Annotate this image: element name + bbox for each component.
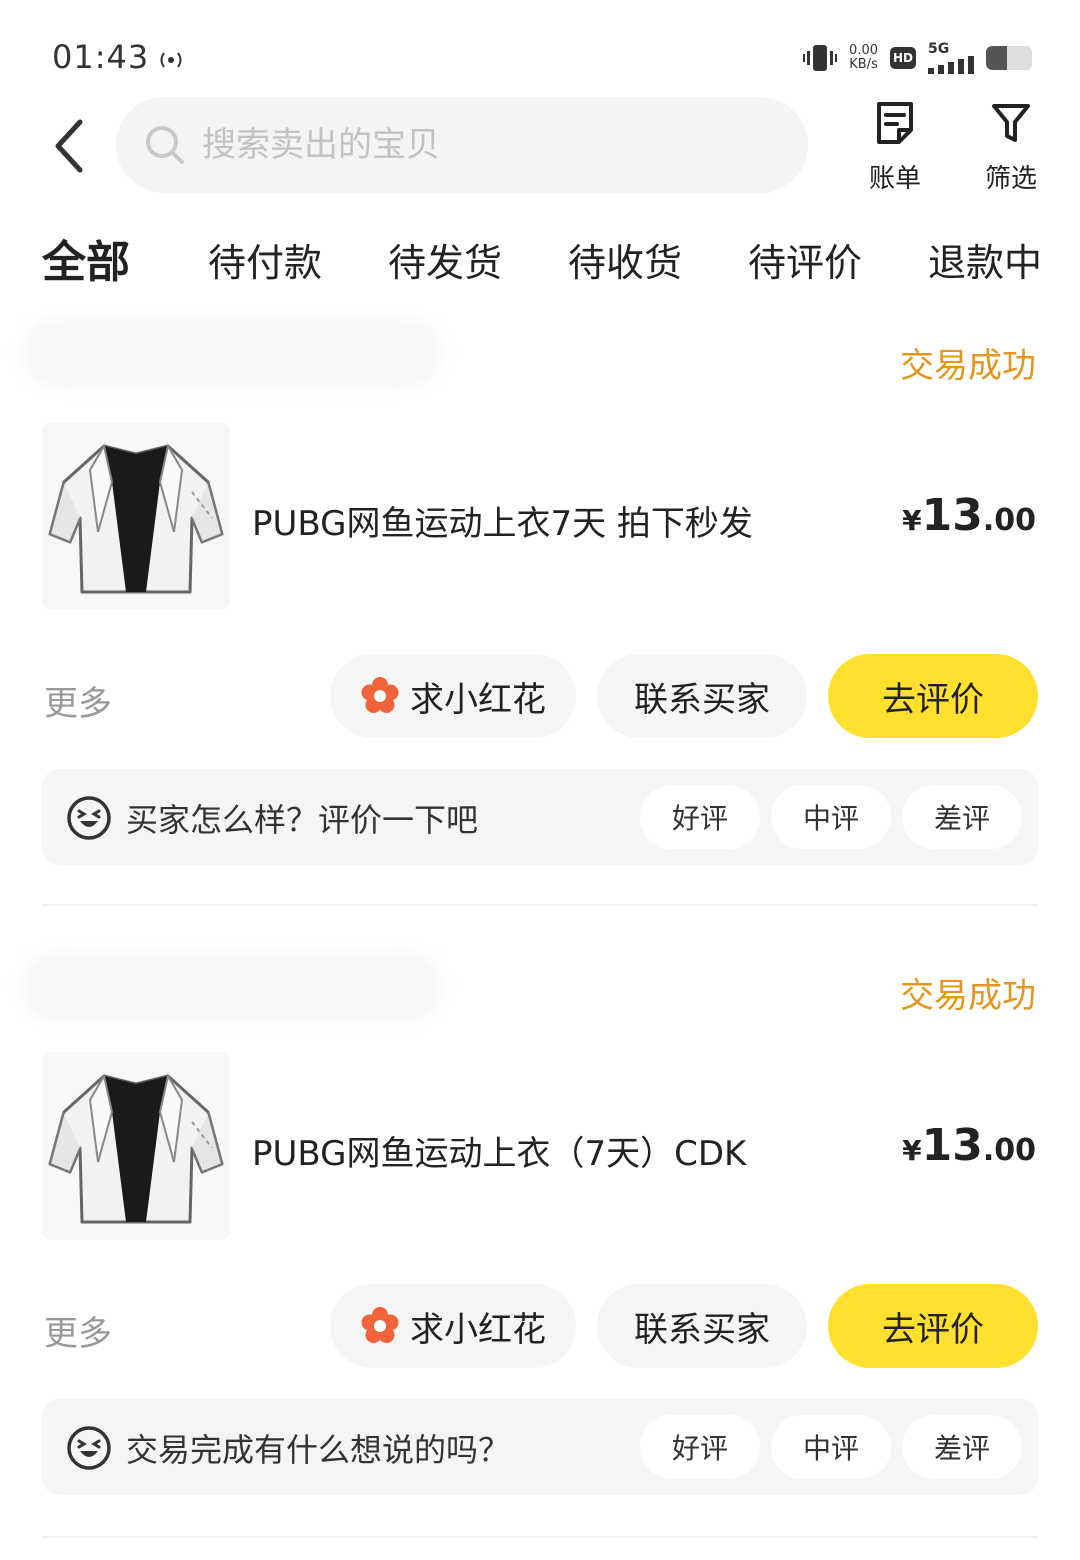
order-card: 交易成功 PUBG网鱼运动上衣（7天）CDK ¥13.00 更多 求小红花 联系… [0, 930, 1080, 1542]
tab-all-label: 全部 [42, 237, 130, 288]
product-title[interactable]: PUBG网鱼运动上衣（7天）CDK [252, 1126, 746, 1175]
tab-all[interactable]: 全部 [40, 226, 132, 292]
review-prompt: 买家怎么样？评价一下吧 [126, 801, 479, 839]
search-input[interactable] [202, 125, 762, 165]
request-flower-button[interactable]: 求小红花 [330, 1284, 576, 1368]
product-title[interactable]: PUBG网鱼运动上衣7天 拍下秒发 [252, 496, 753, 545]
quick-review-bar: 买家怎么样？评价一下吧 好评 中评 差评 [42, 769, 1038, 865]
tab-pending-receipt[interactable]: 待收货 [568, 232, 682, 296]
bill-icon [877, 102, 913, 144]
hd-badge: HD [890, 47, 916, 69]
tab-pending-shipment[interactable]: 待发货 [388, 232, 502, 296]
tab-pending-review[interactable]: 待评价 [748, 232, 862, 296]
price-decimal: .00 [982, 503, 1036, 538]
tab-pending-payment-label: 待付款 [208, 241, 323, 285]
bill-label: 账单 [868, 164, 921, 194]
bad-review-chip[interactable]: 差评 [902, 1415, 1022, 1479]
request-flower-button[interactable]: 求小红花 [330, 654, 576, 738]
order-status: 交易成功 [900, 976, 1036, 1016]
laughing-face-icon [67, 1426, 111, 1470]
signal-bars-icon [928, 56, 974, 74]
status-bar: 01:43 0.00 KB/s HD 5G [0, 0, 1080, 100]
bad-review-chip[interactable]: 差评 [902, 785, 1022, 849]
order-card: 交易成功 PUBG网鱼运动上衣7天 拍下秒发 ¥13.00 更多 求小红花 联系… [0, 300, 1080, 910]
contact-buyer-button[interactable]: 联系买家 [597, 654, 807, 738]
tab-pending-payment[interactable]: 待付款 [208, 232, 322, 296]
tab-refunding[interactable]: 退款中 [928, 232, 1042, 296]
filter-button[interactable]: 筛选 [966, 100, 1056, 196]
neutral-review-chip[interactable]: 中评 [771, 1415, 891, 1479]
jacket-image [48, 443, 224, 594]
review-prompt: 交易完成有什么想说的吗？ [126, 1431, 511, 1469]
battery-icon [986, 46, 1032, 70]
tab-pending-shipment-label: 待发货 [388, 241, 503, 285]
price-integer: 13 [921, 490, 983, 541]
status-indicators: 0.00 KB/s HD 5G [803, 38, 1032, 78]
price-symbol: ¥ [902, 1134, 922, 1167]
tab-refunding-label: 退款中 [928, 241, 1043, 285]
go-review-button[interactable]: 去评价 [828, 1284, 1038, 1368]
vibrate-icon [803, 45, 838, 71]
product-price: ¥13.00 [902, 1120, 1036, 1171]
filter-icon [992, 104, 1030, 142]
network-type: 5G [928, 41, 950, 57]
search-icon [146, 126, 184, 164]
bill-button[interactable]: 账单 [850, 100, 940, 196]
good-review-chip[interactable]: 好评 [640, 785, 760, 849]
request-flower-label: 求小红花 [410, 679, 546, 720]
good-review-chip[interactable]: 好评 [640, 1415, 760, 1479]
network-speed-unit: KB/s [849, 57, 878, 72]
flower-icon [361, 1307, 399, 1343]
filter-label: 筛选 [984, 164, 1037, 194]
seller-info-blurred [22, 952, 442, 1022]
cellular-signal: 5G [928, 42, 974, 74]
search-bar[interactable] [116, 97, 808, 193]
tab-pending-receipt-label: 待收货 [568, 241, 683, 285]
back-button[interactable] [40, 114, 96, 178]
go-review-button[interactable]: 去评价 [828, 654, 1038, 738]
more-button[interactable]: 更多 [44, 676, 112, 725]
chevron-left-icon [55, 119, 83, 173]
laughing-face-icon [67, 796, 111, 840]
order-divider [42, 904, 1038, 906]
status-time: 01:43 [52, 38, 150, 76]
network-speed-value: 0.00 [849, 43, 878, 58]
quick-review-bar: 交易完成有什么想说的吗？ 好评 中评 差评 [42, 1399, 1038, 1495]
network-speed: 0.00 KB/s [849, 44, 878, 72]
more-button[interactable]: 更多 [44, 1306, 112, 1355]
price-integer: 13 [921, 1120, 983, 1171]
price-decimal: .00 [982, 1133, 1036, 1168]
order-status: 交易成功 [900, 346, 1036, 386]
order-divider [42, 1536, 1038, 1538]
jacket-image [48, 1073, 224, 1224]
contact-buyer-button[interactable]: 联系买家 [597, 1284, 807, 1368]
tab-pending-review-label: 待评价 [748, 241, 863, 285]
product-price: ¥13.00 [902, 490, 1036, 541]
seller-info-blurred [22, 318, 442, 388]
product-thumbnail[interactable] [42, 1052, 230, 1240]
neutral-review-chip[interactable]: 中评 [771, 785, 891, 849]
broadcast-icon [160, 52, 182, 68]
order-tabs: 全部 待付款 待发货 待收货 待评价 退款中 [0, 222, 1080, 292]
flower-icon [361, 677, 399, 713]
product-thumbnail[interactable] [42, 422, 230, 610]
request-flower-label: 求小红花 [410, 1309, 546, 1350]
price-symbol: ¥ [902, 504, 922, 537]
